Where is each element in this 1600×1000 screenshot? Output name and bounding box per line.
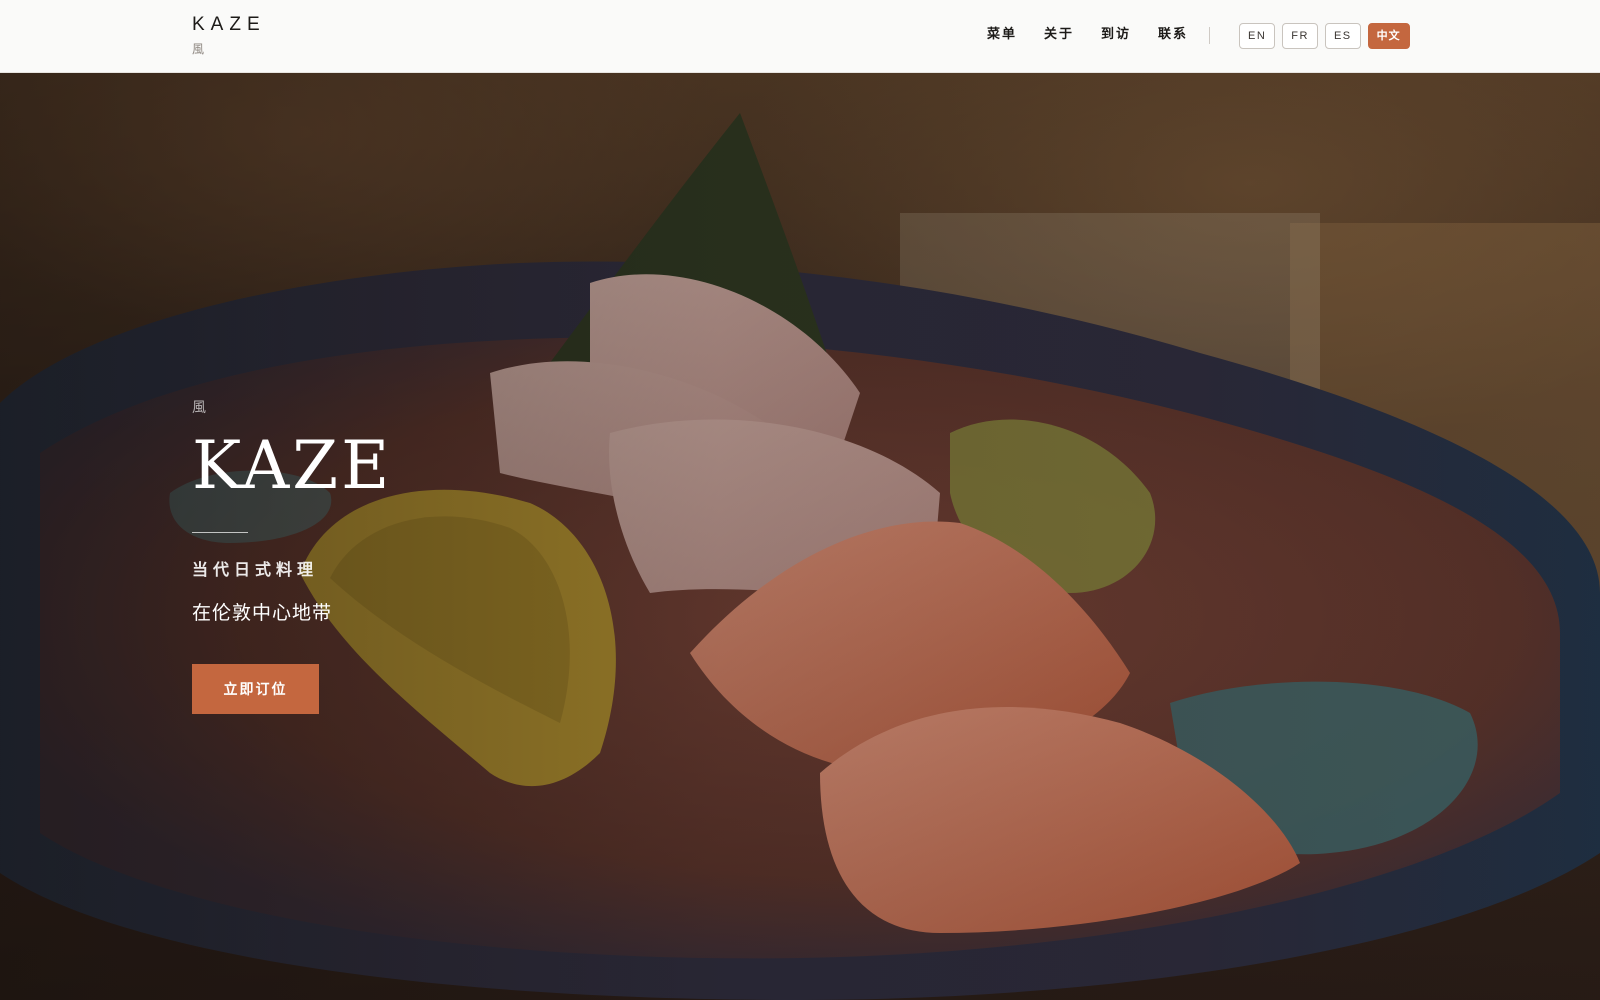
language-switcher: EN FR ES 中文 bbox=[1239, 23, 1410, 49]
hero-kanji: 風 bbox=[192, 400, 206, 416]
lang-button-en[interactable]: EN bbox=[1239, 23, 1276, 49]
nav-link-visit[interactable]: 到访 bbox=[1101, 25, 1131, 45]
lang-button-fr[interactable]: FR bbox=[1282, 23, 1318, 49]
hero-section: 風 KAZE 当代日式料理 在伦敦中心地带 立即订位 bbox=[0, 73, 1600, 1000]
hero-content: 風 KAZE 当代日式料理 在伦敦中心地带 立即订位 bbox=[192, 400, 392, 714]
hero-tagline: 在伦敦中心地带 bbox=[192, 602, 333, 624]
nav-divider bbox=[1209, 27, 1210, 44]
hero-title: KAZE bbox=[192, 427, 393, 504]
hero-eyebrow: 当代日式料理 bbox=[192, 560, 319, 579]
nav-link-menu[interactable]: 菜单 bbox=[987, 25, 1017, 45]
reserve-button[interactable]: 立即订位 bbox=[192, 664, 319, 714]
nav-link-about[interactable]: 关于 bbox=[1044, 25, 1074, 45]
brand-logo[interactable]: KAZE 風 bbox=[192, 14, 266, 56]
site-header: KAZE 風 菜单 关于 到访 联系 EN FR ES 中文 bbox=[0, 0, 1600, 73]
main-nav: 菜单 关于 到访 联系 bbox=[987, 25, 1215, 45]
lang-button-zh[interactable]: 中文 bbox=[1367, 23, 1410, 49]
hero-divider bbox=[192, 532, 248, 533]
brand-name: KAZE bbox=[192, 14, 266, 35]
brand-kanji: 風 bbox=[192, 42, 205, 56]
lang-button-es[interactable]: ES bbox=[1324, 23, 1361, 49]
nav-link-contact[interactable]: 联系 bbox=[1158, 25, 1188, 45]
